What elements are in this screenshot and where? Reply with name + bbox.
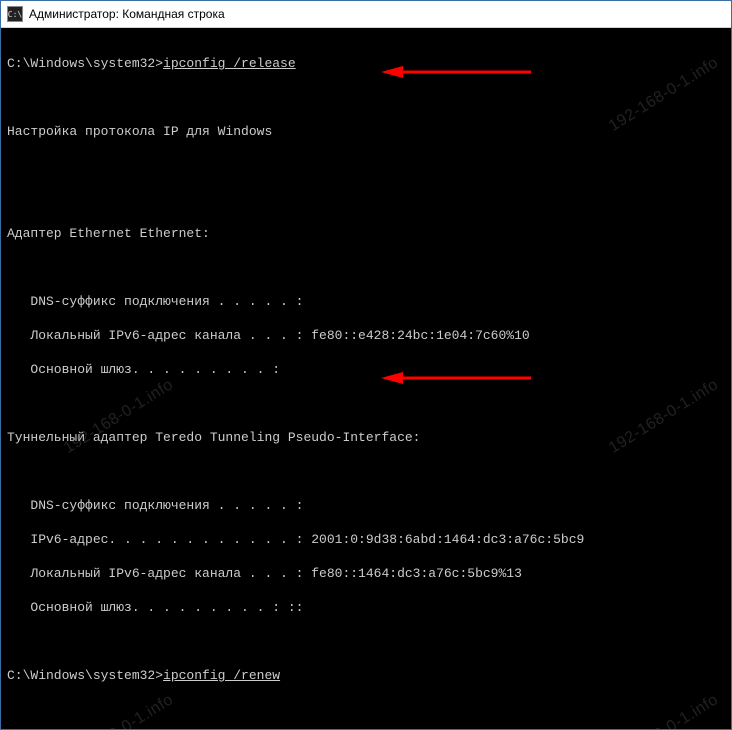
prompt-line-1: C:\Windows\system32>ipconfig /release [7, 55, 725, 72]
adapter-title: Туннельный адаптер Teredo Tunneling Pseu… [7, 429, 725, 446]
output-line: Локальный IPv6-адрес канала . . . : fe80… [7, 327, 725, 344]
output-line: IPv6-адрес. . . . . . . . . . . . : 2001… [7, 531, 725, 548]
command-release: ipconfig /release [163, 56, 296, 71]
adapter-title: Адаптер Ethernet Ethernet: [7, 225, 725, 242]
command-renew: ipconfig /renew [163, 668, 280, 683]
window-title: Администратор: Командная строка [29, 7, 225, 21]
titlebar[interactable]: C:\ Администратор: Командная строка [1, 1, 731, 28]
prompt-path: C:\Windows\system32> [7, 668, 163, 683]
blank [7, 395, 725, 412]
terminal-surface[interactable]: C:\Windows\system32>ipconfig /release На… [1, 28, 731, 730]
release-heading: Настройка протокола IP для Windows [7, 123, 725, 140]
prompt-line-2: C:\Windows\system32>ipconfig /renew [7, 667, 725, 684]
prompt-path: C:\Windows\system32> [7, 56, 163, 71]
blank [7, 191, 725, 208]
blank [7, 89, 725, 106]
cmd-icon: C:\ [7, 6, 23, 22]
output-line: DNS-суффикс подключения . . . . . : [7, 497, 725, 514]
output-line: DNS-суффикс подключения . . . . . : [7, 293, 725, 310]
blank [7, 701, 725, 718]
output-line: Основной шлюз. . . . . . . . . : [7, 361, 725, 378]
blank [7, 633, 725, 650]
blank [7, 259, 725, 276]
output-line: Локальный IPv6-адрес канала . . . : fe80… [7, 565, 725, 582]
output-line: Основной шлюз. . . . . . . . . : :: [7, 599, 725, 616]
arrow-annotation [381, 30, 531, 44]
blank [7, 463, 725, 480]
cmd-window: C:\ Администратор: Командная строка C:\W… [0, 0, 732, 730]
blank [7, 157, 725, 174]
